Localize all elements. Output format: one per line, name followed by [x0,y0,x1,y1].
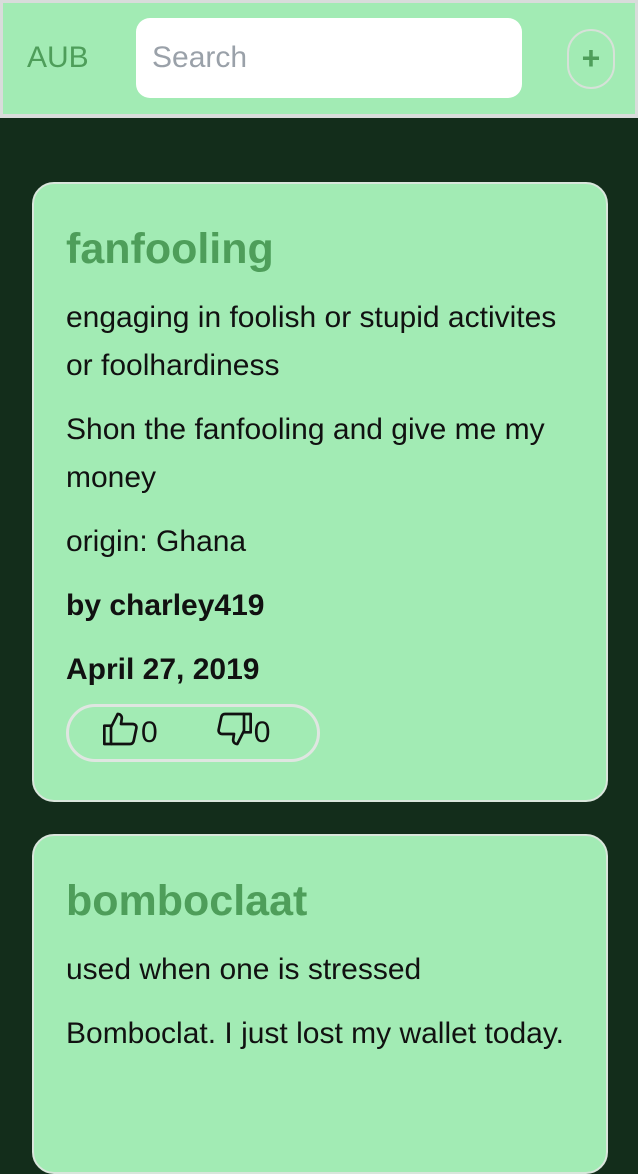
vote-bar: 0 0 [66,704,320,762]
entry-definition: engaging in foolish or stupid activites … [66,301,557,382]
logo[interactable]: AUB [27,41,89,75]
entry-card: fanfooling engaging in foolish or stupid… [32,182,608,802]
search-input[interactable] [136,18,522,98]
downvote-count: 0 [253,716,271,749]
entry-date: April 27, 2019 [66,653,260,686]
entry-example: Bomboclat. I just lost my wallet today. [66,1017,564,1050]
upvote-button[interactable]: 0 [101,709,158,757]
entry-card: bomboclaat used when one is stressed Bom… [32,834,608,1174]
upvote-count: 0 [141,716,158,749]
thumbs-up-icon [101,709,141,757]
entry-author: by charley419 [66,589,265,622]
entry-definition: used when one is stressed [66,953,422,986]
entry-example: Shon the fanfooling and give me my money [66,413,545,494]
top-bar: AUB + [0,0,638,118]
entry-word[interactable]: fanfooling [66,224,574,274]
downvote-button[interactable]: 0 [214,709,271,757]
add-entry-button[interactable]: + [567,29,615,89]
entry-word[interactable]: bomboclaat [66,876,574,926]
entry-origin: origin: Ghana [66,525,247,558]
thumbs-down-icon [214,709,254,757]
